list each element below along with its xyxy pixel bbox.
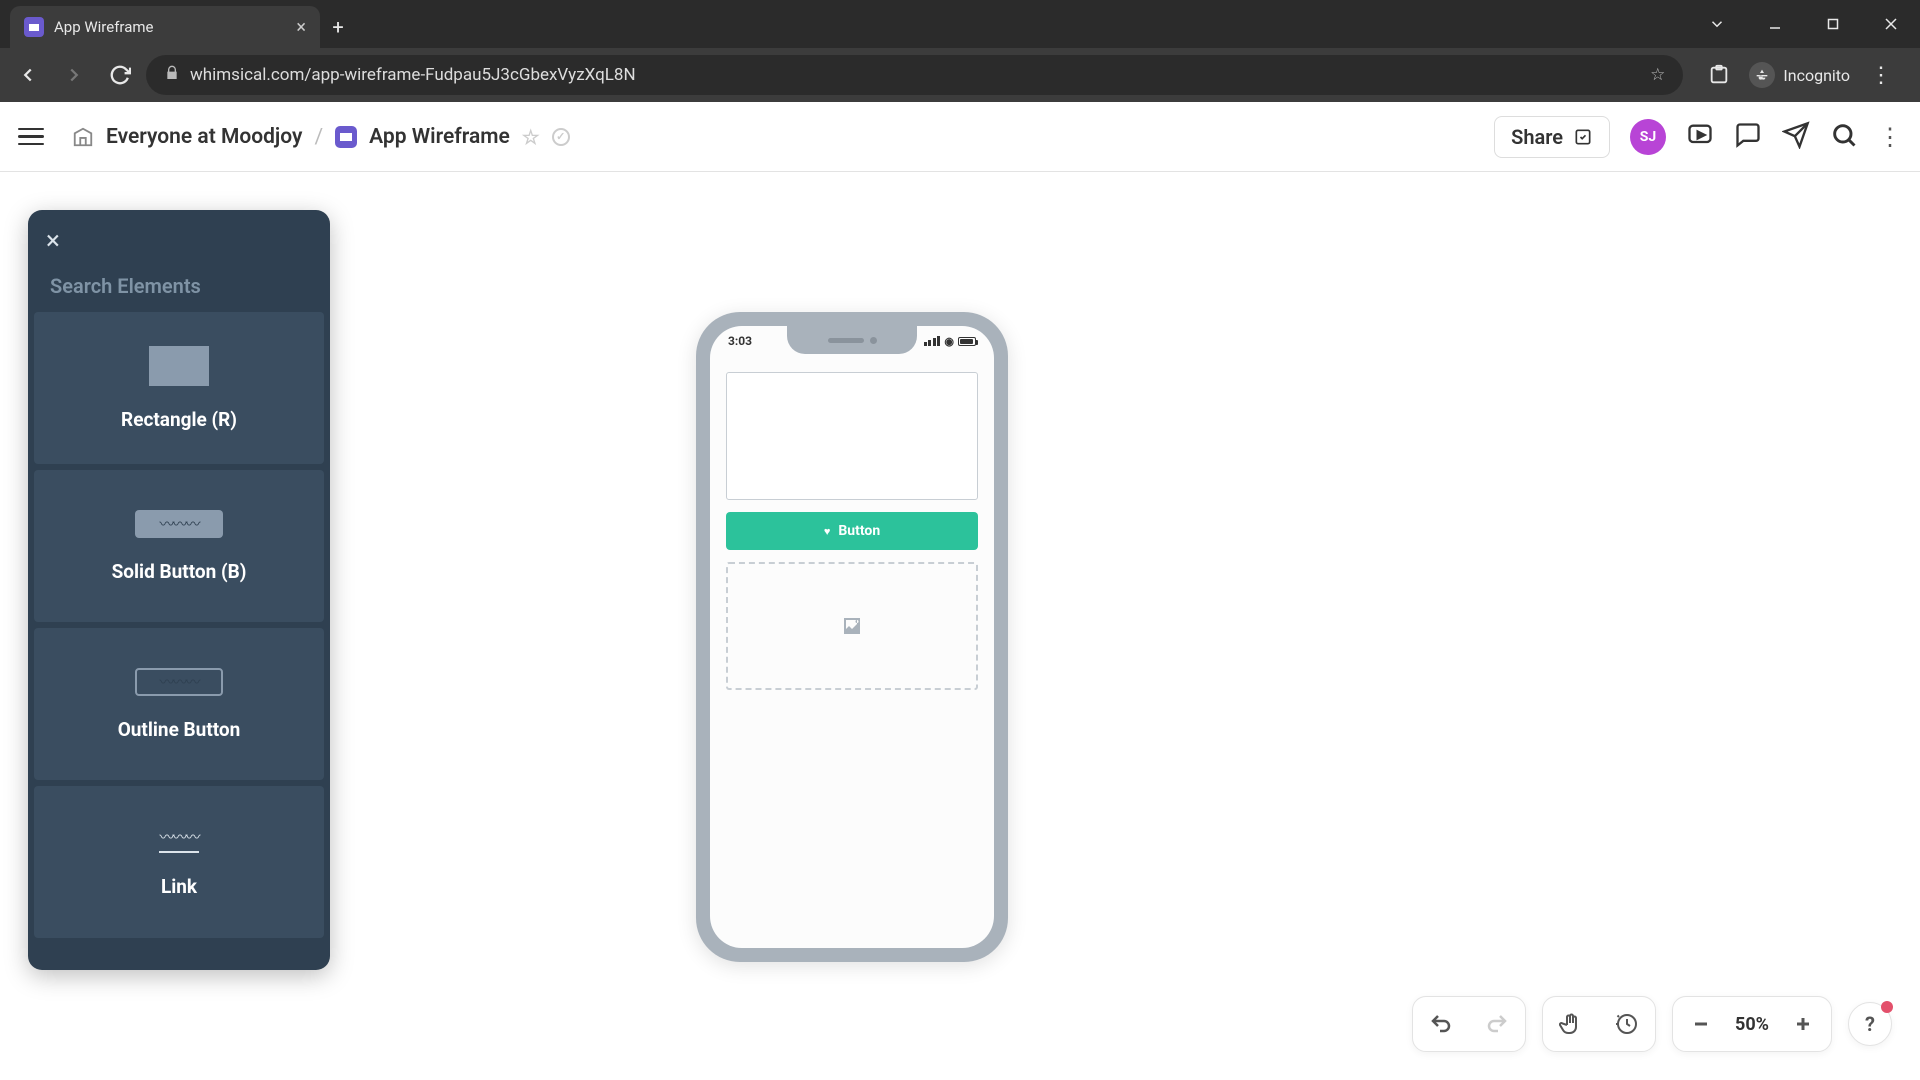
app-header: Everyone at Moodjoy / App Wireframe ☆ ✓ … (0, 102, 1920, 172)
new-tab-button[interactable]: + (320, 6, 356, 48)
undo-button[interactable] (1413, 996, 1469, 1052)
zoom-out-button[interactable] (1673, 996, 1729, 1052)
favorite-star-icon[interactable]: ☆ (522, 125, 540, 149)
share-icon (1573, 127, 1593, 147)
tile-label: Outline Button (118, 718, 241, 741)
browser-tab[interactable]: App Wireframe × (10, 6, 320, 48)
wireframe-button[interactable]: Button (726, 512, 978, 550)
browser-toolbar: whimsical.com/app-wireframe-Fudpau5J3cGb… (0, 48, 1920, 102)
close-window-button[interactable] (1862, 0, 1920, 48)
more-menu-icon[interactable]: ⋮ (1878, 123, 1902, 151)
tab-close-icon[interactable]: × (296, 17, 306, 38)
statusbar-time: 3:03 (728, 334, 752, 348)
signal-icon (924, 336, 941, 346)
sync-status-icon: ✓ (552, 128, 570, 146)
address-bar[interactable]: whimsical.com/app-wireframe-Fudpau5J3cGb… (146, 55, 1683, 95)
zoom-in-button[interactable] (1775, 996, 1831, 1052)
comments-icon[interactable] (1734, 121, 1762, 153)
breadcrumb-separator: / (314, 125, 323, 149)
outline-button-icon: 〰〰〰 (135, 668, 223, 696)
address-bar-actions: ☆ (1650, 65, 1665, 85)
zoom-level[interactable]: 50% (1729, 1014, 1775, 1035)
tab-title: App Wireframe (54, 18, 286, 36)
browser-tab-strip: App Wireframe × + (0, 0, 1920, 48)
element-tile-solid-button[interactable]: 〰〰〰 Solid Button (B) (34, 470, 324, 622)
incognito-label: Incognito (1783, 66, 1850, 85)
workspace-icon (72, 126, 94, 148)
elements-panel: × Rectangle (R) 〰〰〰 Solid Button (B) 〰〰〰… (28, 210, 330, 970)
history-group (1412, 996, 1526, 1052)
element-tile-rectangle[interactable]: Rectangle (R) (34, 312, 324, 464)
present-icon[interactable] (1686, 121, 1714, 153)
doc-type-icon (335, 126, 357, 148)
share-label: Share (1511, 125, 1563, 149)
share-button[interactable]: Share (1494, 116, 1610, 158)
tile-label: Solid Button (B) (112, 560, 247, 583)
element-tile-outline-button[interactable]: 〰〰〰 Outline Button (34, 628, 324, 780)
phone-statusbar: 3:03 ◉ (710, 334, 994, 348)
search-elements-input[interactable] (50, 274, 308, 298)
wireframe-rectangle[interactable] (726, 372, 978, 500)
phone-screen: 3:03 ◉ Button (710, 326, 994, 948)
chrome-menu-icon[interactable]: ⋮ (1860, 63, 1902, 88)
panel-close-icon[interactable]: × (46, 226, 60, 256)
redo-button[interactable] (1469, 996, 1525, 1052)
wifi-icon: ◉ (944, 335, 954, 348)
history-timeline-button[interactable] (1599, 996, 1655, 1052)
tab-favicon-icon (24, 17, 44, 37)
incognito-badge[interactable]: Incognito (1749, 62, 1850, 88)
extensions-icon[interactable] (1699, 55, 1739, 95)
element-tiles: Rectangle (R) 〰〰〰 Solid Button (B) 〰〰〰 O… (28, 312, 330, 944)
tile-label: Rectangle (R) (121, 408, 237, 431)
zoom-group: 50% (1672, 996, 1832, 1052)
send-icon[interactable] (1782, 121, 1810, 153)
solid-button-icon: 〰〰〰 (135, 510, 223, 538)
bookmark-star-icon[interactable]: ☆ (1650, 65, 1665, 85)
panel-search (28, 274, 330, 312)
menu-icon[interactable] (18, 128, 44, 146)
user-avatar[interactable]: SJ (1630, 119, 1666, 155)
lock-icon (164, 65, 180, 86)
phone-frame[interactable]: 3:03 ◉ Button (696, 312, 1008, 962)
wireframe-image-placeholder[interactable] (726, 562, 978, 690)
breadcrumb: Everyone at Moodjoy / App Wireframe ☆ ✓ (72, 125, 570, 149)
breadcrumb-doc-title[interactable]: App Wireframe (369, 125, 510, 149)
phone-content: Button (710, 326, 994, 690)
link-icon: 〰〰〰 (159, 826, 198, 853)
minimize-button[interactable] (1746, 0, 1804, 48)
reload-button[interactable] (100, 55, 140, 95)
help-button[interactable]: ? (1848, 1002, 1892, 1046)
hand-tool-button[interactable] (1543, 996, 1599, 1052)
view-group (1542, 996, 1656, 1052)
battery-icon (958, 337, 976, 346)
image-icon (838, 614, 866, 638)
bottom-toolbar: 50% ? (1412, 996, 1892, 1052)
window-controls (1688, 0, 1920, 48)
url-text: whimsical.com/app-wireframe-Fudpau5J3cGb… (190, 65, 636, 85)
forward-button[interactable] (54, 55, 94, 95)
tile-label: Link (161, 875, 197, 898)
search-icon[interactable] (1830, 121, 1858, 153)
canvas[interactable]: × Rectangle (R) 〰〰〰 Solid Button (B) 〰〰〰… (0, 172, 1920, 1080)
back-button[interactable] (8, 55, 48, 95)
breadcrumb-workspace[interactable]: Everyone at Moodjoy (106, 125, 302, 149)
wireframe-button-label: Button (838, 523, 880, 539)
rectangle-icon (149, 346, 209, 386)
incognito-icon (1749, 62, 1775, 88)
tab-search-icon[interactable] (1688, 15, 1746, 33)
element-tile-link[interactable]: 〰〰〰 Link (34, 786, 324, 938)
maximize-button[interactable] (1804, 0, 1862, 48)
